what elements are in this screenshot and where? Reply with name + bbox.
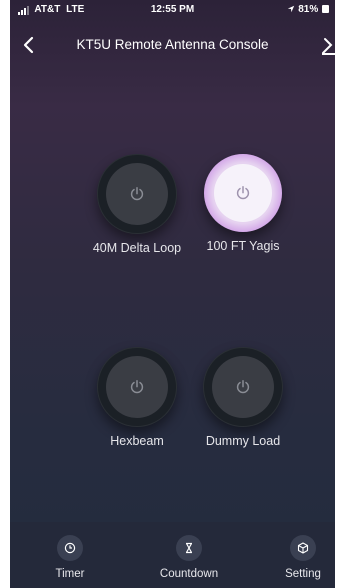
status-bar: AT&T LTE 12:55 PM 81% <box>10 0 335 20</box>
power-button[interactable] <box>204 154 282 232</box>
power-icon <box>130 187 144 201</box>
tab-label: Timer <box>55 568 85 580</box>
app-screen: AT&T LTE 12:55 PM 81% KT5U Remote Antenn… <box>10 0 335 588</box>
hourglass-icon <box>176 535 202 561</box>
location-icon <box>287 4 298 15</box>
power-button[interactable] <box>203 347 283 427</box>
header-bar: KT5U Remote Antenna Console <box>10 32 335 58</box>
tab-setting[interactable]: Setting <box>263 535 335 580</box>
power-icon <box>236 186 250 200</box>
tab-countdown[interactable]: Countdown <box>149 535 229 580</box>
pencil-icon <box>322 38 335 55</box>
tab-label: Setting <box>285 568 321 580</box>
power-button[interactable] <box>97 347 177 427</box>
switch-dummy-load[interactable]: Dummy Load <box>178 347 308 448</box>
tab-timer[interactable]: Timer <box>30 535 110 580</box>
power-button[interactable] <box>97 154 177 234</box>
edit-button[interactable] <box>311 36 335 56</box>
switch-label: 100 FT Yagis <box>206 239 280 253</box>
bottom-tab-bar: Timer Countdown Setting <box>10 522 335 588</box>
battery-percent: 81% <box>298 4 319 15</box>
power-icon <box>236 380 250 394</box>
battery-icon <box>322 5 329 14</box>
status-right: 81% <box>287 4 329 15</box>
cube-icon <box>290 535 316 561</box>
status-time: 12:55 PM <box>150 4 195 15</box>
page-title: KT5U Remote Antenna Console <box>76 37 269 52</box>
tab-label: Countdown <box>159 568 219 580</box>
switch-100ft-yagis[interactable]: 100 FT Yagis <box>178 154 308 253</box>
clock-icon <box>57 535 83 561</box>
power-icon <box>130 380 144 394</box>
switch-label: Dummy Load <box>205 434 281 448</box>
